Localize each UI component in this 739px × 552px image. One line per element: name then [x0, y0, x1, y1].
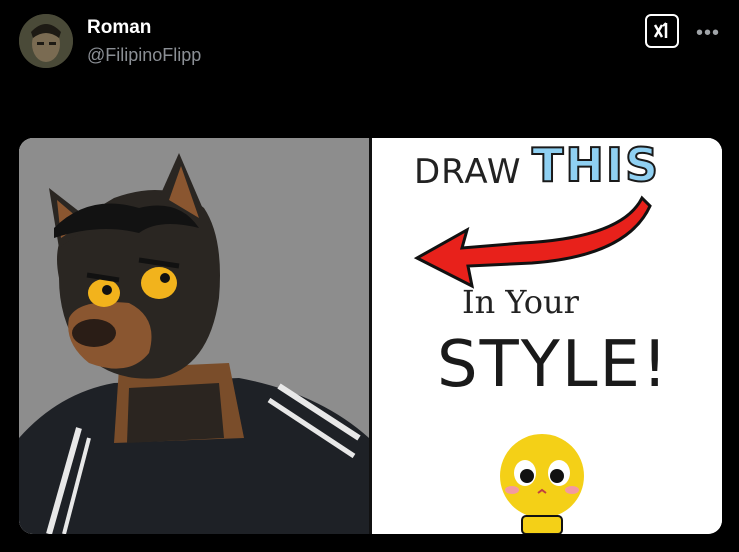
x-logo-icon[interactable]	[645, 14, 679, 48]
more-options-icon[interactable]: •••	[696, 22, 720, 45]
meme-in-your-text: In Your	[462, 283, 579, 321]
meme-template-image: DRAW THIS In Your STYLE!	[372, 138, 722, 534]
meme-style-text: STYLE!	[437, 328, 670, 402]
author-name[interactable]: Roman	[87, 17, 151, 39]
avatar[interactable]	[19, 14, 73, 68]
dog-character-image	[19, 138, 369, 534]
post-media[interactable]: DRAW THIS In Your STYLE!	[19, 138, 722, 534]
author-handle[interactable]: @FilipinoFlipp	[87, 45, 201, 66]
